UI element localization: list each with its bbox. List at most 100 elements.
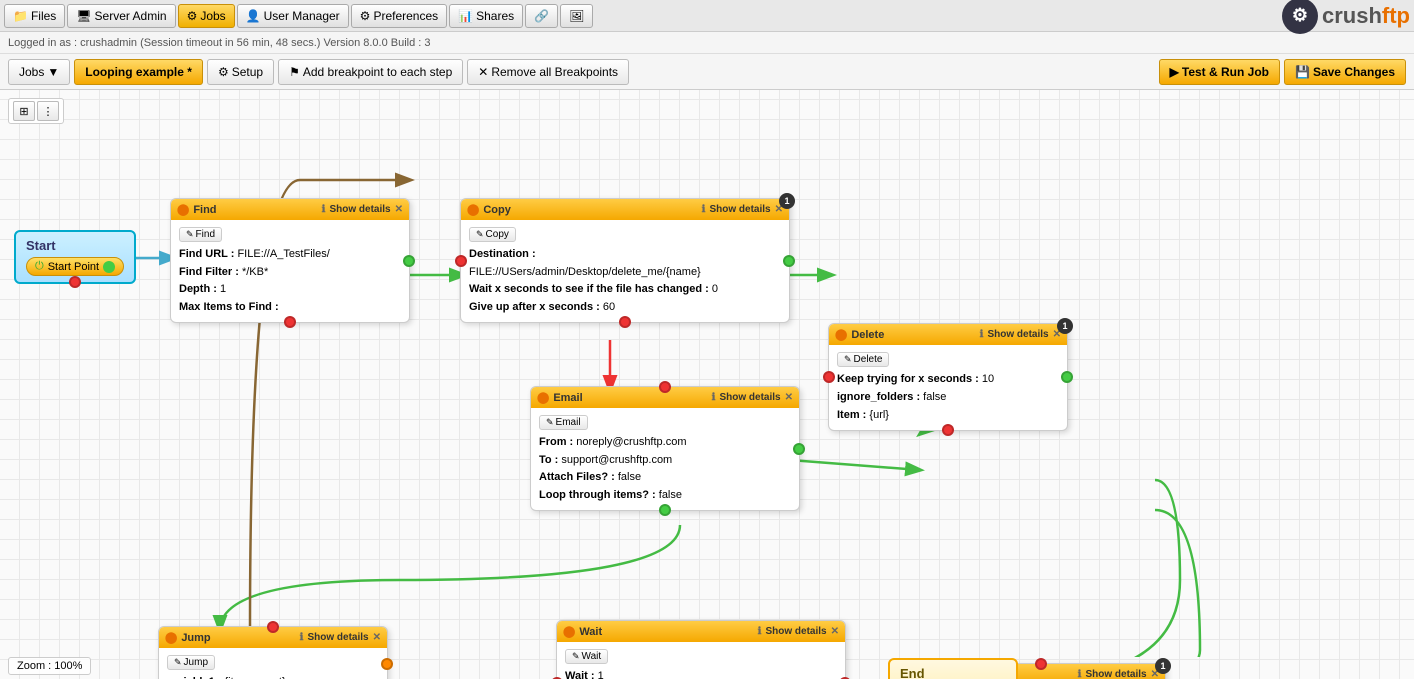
- jump-top-connector[interactable]: [267, 621, 279, 633]
- delete-action-button[interactable]: Delete: [837, 352, 889, 367]
- test-run-button[interactable]: ▶ Test & Run Job: [1159, 59, 1280, 85]
- jump-info-btn[interactable]: ℹ: [300, 632, 304, 643]
- email-header-icon: ⬤: [537, 391, 549, 404]
- delete-header-icon: ⬤: [835, 328, 847, 341]
- find-action-button[interactable]: Find: [179, 227, 222, 242]
- find-bottom-connector[interactable]: [284, 316, 296, 328]
- find-right-connector[interactable]: [403, 255, 415, 267]
- jump-header-icon: ⬤: [165, 631, 177, 644]
- email-info-btn[interactable]: ℹ: [712, 392, 716, 403]
- find-header-icon: ⬤: [177, 203, 189, 216]
- pencil-icon: [844, 354, 852, 365]
- email-close-btn[interactable]: ✕: [785, 392, 793, 403]
- grid-view-button[interactable]: ⊞: [13, 101, 35, 121]
- uv-top-connector[interactable]: [1035, 658, 1047, 670]
- find-field-3: Max Items to Find :: [179, 299, 401, 317]
- save-icon: 💾: [1295, 65, 1310, 79]
- copy-wait-field: Wait x seconds to see if the file has ch…: [469, 281, 781, 299]
- wait-action-button[interactable]: Wait: [565, 649, 608, 664]
- active-job-tab[interactable]: Looping example *: [74, 59, 203, 85]
- pencil-icon: [174, 657, 182, 668]
- save-changes-button[interactable]: 💾 Save Changes: [1284, 59, 1406, 85]
- add-breakpoint-button[interactable]: Add breakpoint to each step: [278, 59, 463, 85]
- email-top-connector[interactable]: [659, 381, 671, 393]
- email-field-1: To : support@crushftp.com: [539, 452, 791, 470]
- top-navigation: 📁 Files 🖥 Server Admin ⚙ Jobs 👤 User Man…: [0, 0, 1414, 32]
- delete-node-header: ⬤ Delete ℹ Show details ✕: [829, 324, 1067, 345]
- email-action-button[interactable]: Email: [539, 415, 588, 430]
- start-point-button[interactable]: Start Point: [26, 257, 124, 276]
- delete-right-connector[interactable]: [1061, 371, 1073, 383]
- find-close-btn[interactable]: ✕: [395, 204, 403, 215]
- copy-action-button[interactable]: Copy: [469, 227, 516, 242]
- nav-files[interactable]: 📁 Files: [4, 4, 65, 28]
- wait-close-btn[interactable]: ✕: [831, 626, 839, 637]
- find-field-1: Find Filter : */KB*: [179, 264, 401, 282]
- nav-shares[interactable]: 📊 Shares: [449, 4, 523, 28]
- arrows-overlay: [0, 90, 1414, 657]
- jump-right-connector-1[interactable]: [381, 658, 393, 670]
- delete-bottom-connector[interactable]: [942, 424, 954, 436]
- uv-show-details[interactable]: Show details: [1085, 669, 1146, 679]
- delete-field-1: ignore_folders : false: [837, 389, 1059, 407]
- toolbar: Jobs ▼ Looping example * Setup Add break…: [0, 54, 1414, 90]
- setup-button[interactable]: Setup: [207, 59, 274, 85]
- copy-right-connector[interactable]: [783, 255, 795, 267]
- uservariable-badge: 1: [1155, 658, 1171, 674]
- email-node: ⬤ Email ℹ Show details ✕ Email From : no…: [530, 386, 800, 511]
- delete-field-2: Item : {url}: [837, 407, 1059, 425]
- start-node-label: Start: [26, 238, 124, 253]
- end-node-label: End: [900, 666, 1006, 679]
- email-show-details[interactable]: Show details: [719, 392, 780, 403]
- find-info-btn[interactable]: ℹ: [322, 204, 326, 215]
- wait-show-details[interactable]: Show details: [765, 626, 826, 637]
- find-field-2: Depth : 1: [179, 281, 401, 299]
- jump-field-0: variable1 : {item_count}: [167, 674, 379, 679]
- delete-left-connector[interactable]: [823, 371, 835, 383]
- copy-show-details[interactable]: Show details: [709, 204, 770, 215]
- nav-jobs[interactable]: ⚙ Jobs: [178, 4, 235, 28]
- delete-node: 1 ⬤ Delete ℹ Show details ✕ Delete Keep …: [828, 323, 1068, 431]
- logo: ⚙ crushftp: [1282, 0, 1410, 34]
- copy-info-btn[interactable]: ℹ: [702, 204, 706, 215]
- wait-node-header: ⬤ Wait ℹ Show details ✕: [557, 621, 845, 642]
- pencil-icon: [572, 651, 580, 662]
- copy-bottom-connector[interactable]: [619, 316, 631, 328]
- nav-preferences[interactable]: ⚙ Preferences: [351, 4, 447, 28]
- jump-action-button[interactable]: Jump: [167, 655, 215, 670]
- copy-badge: 1: [779, 193, 795, 209]
- copy-dest-value: FILE://USers/admin/Desktop/delete_me/{na…: [469, 264, 781, 282]
- email-right-connector[interactable]: [793, 443, 805, 455]
- email-bottom-connector[interactable]: [659, 504, 671, 516]
- wait-node-body: Wait Wait : 1 wait_time_unit : Seconds O…: [557, 642, 845, 679]
- zoom-indicator: Zoom : 100%: [8, 657, 91, 675]
- find-show-details[interactable]: Show details: [329, 204, 390, 215]
- power-icon: [35, 260, 44, 273]
- flag-icon: [289, 65, 300, 79]
- copy-giveup-field: Give up after x seconds : 60: [469, 299, 781, 317]
- play-icon: ▶: [1170, 65, 1179, 79]
- copy-node: 1 ⬤ Copy ℹ Show details ✕ Copy Destinati…: [460, 198, 790, 323]
- delete-info-btn[interactable]: ℹ: [980, 329, 984, 340]
- jobs-dropdown-button[interactable]: Jobs ▼: [8, 59, 70, 85]
- x-icon: [478, 65, 488, 79]
- uv-info-btn[interactable]: ℹ: [1078, 669, 1082, 679]
- gear-icon: [218, 65, 229, 79]
- nav-extra-2[interactable]: 🖼: [560, 4, 593, 28]
- toggle-indicator: [103, 261, 115, 273]
- copy-left-connector[interactable]: [455, 255, 467, 267]
- nav-server-admin[interactable]: 🖥 Server Admin: [67, 4, 175, 28]
- find-field-0: Find URL : FILE://A_TestFiles/: [179, 246, 401, 264]
- wait-info-btn[interactable]: ℹ: [758, 626, 762, 637]
- end-node: End End Point: [888, 658, 1018, 679]
- find-node-body: Find Find URL : FILE://A_TestFiles/ Find…: [171, 220, 409, 322]
- nav-user-manager[interactable]: 👤 User Manager: [237, 4, 349, 28]
- delete-show-details[interactable]: Show details: [987, 329, 1048, 340]
- jump-close-btn[interactable]: ✕: [373, 632, 381, 643]
- remove-breakpoints-button[interactable]: Remove all Breakpoints: [467, 59, 629, 85]
- find-node-header: ⬤ Find ℹ Show details ✕: [171, 199, 409, 220]
- nav-extra-1[interactable]: 🔗: [525, 4, 558, 28]
- list-view-button[interactable]: ⋮: [37, 101, 59, 121]
- start-bottom-connector[interactable]: [69, 276, 81, 288]
- jump-show-details[interactable]: Show details: [307, 632, 368, 643]
